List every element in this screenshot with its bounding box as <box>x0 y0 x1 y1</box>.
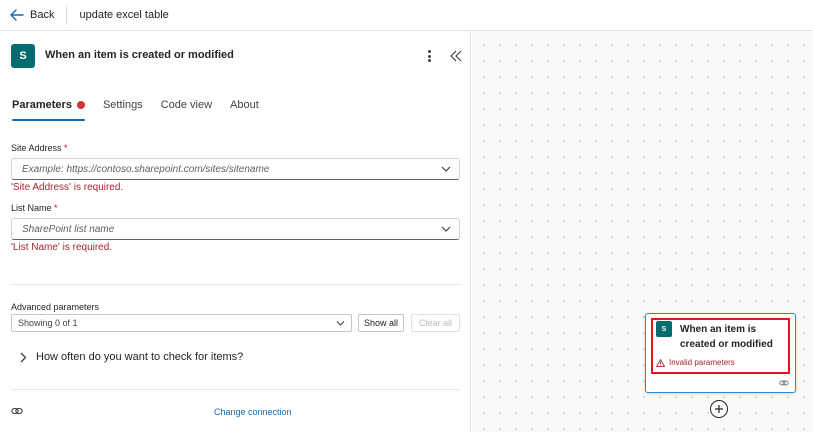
node-warning: Invalid parameters <box>656 358 735 367</box>
site-address-placeholder: Example: https://contoso.sharepoint.com/… <box>22 164 270 175</box>
trigger-node[interactable]: S When an item is created or modified In… <box>645 313 796 393</box>
site-address-label: Site Address * <box>11 143 68 153</box>
more-options-icon[interactable] <box>423 47 435 65</box>
chevron-down-icon <box>336 321 345 326</box>
advanced-parameters-label: Advanced parameters <box>11 302 100 312</box>
top-bar: Back update excel table <box>0 0 813 31</box>
panel-header: S When an item is created or modified <box>0 31 471 81</box>
sharepoint-icon: S <box>11 44 35 68</box>
site-address-label-text: Site Address <box>11 143 62 153</box>
chevron-down-icon <box>441 226 451 232</box>
divider <box>11 284 460 285</box>
node-warning-text: Invalid parameters <box>669 358 735 367</box>
required-mark: * <box>64 143 68 153</box>
polling-frequency-expander[interactable]: How often do you want to check for items… <box>19 349 243 365</box>
add-step-button[interactable] <box>710 400 728 418</box>
panel-title: When an item is created or modified <box>45 49 234 61</box>
plus-icon <box>715 405 723 413</box>
back-button[interactable]: Back <box>0 0 54 30</box>
polling-frequency-label: How often do you want to check for items… <box>36 351 244 363</box>
change-connection-link[interactable]: Change connection <box>214 407 292 417</box>
tab-list: Parameters Settings Code view About <box>12 99 277 123</box>
clear-all-button[interactable]: Clear all <box>411 314 460 332</box>
tab-parameters-label: Parameters <box>12 99 72 111</box>
tab-parameters[interactable]: Parameters <box>12 99 85 121</box>
list-name-label: List Name * <box>11 203 58 213</box>
list-name-dropdown[interactable]: SharePoint list name <box>11 218 460 240</box>
error-dot-icon <box>76 101 85 109</box>
advanced-parameters-select[interactable]: Showing 0 of 1 <box>11 314 352 332</box>
list-name-label-text: List Name <box>11 203 52 213</box>
site-address-dropdown[interactable]: Example: https://contoso.sharepoint.com/… <box>11 158 460 180</box>
node-title: When an item is created or modified <box>680 324 773 350</box>
tab-about-label: About <box>230 99 259 111</box>
list-name-placeholder: SharePoint list name <box>22 224 115 235</box>
list-name-error: 'List Name' is required. <box>11 242 113 253</box>
collapse-panel-icon[interactable] <box>449 48 463 64</box>
back-label: Back <box>30 9 55 21</box>
tab-about[interactable]: About <box>230 99 259 121</box>
tab-settings-label: Settings <box>102 99 143 111</box>
sharepoint-icon: S <box>656 321 672 337</box>
show-all-button[interactable]: Show all <box>358 314 404 332</box>
properties-panel: S When an item is created or modified Pa… <box>0 31 471 432</box>
chevron-down-icon <box>441 166 451 172</box>
divider <box>11 389 460 390</box>
connection-link-icon <box>779 380 789 386</box>
tab-code-view[interactable]: Code view <box>161 99 212 121</box>
warning-icon <box>656 358 665 367</box>
site-address-error: 'Site Address' is required. <box>11 182 124 193</box>
tab-settings[interactable]: Settings <box>103 99 143 121</box>
designer-canvas[interactable]: S When an item is created or modified In… <box>472 31 813 432</box>
tab-code-view-label: Code view <box>160 99 213 111</box>
chevron-right-icon <box>20 352 27 362</box>
required-mark: * <box>54 203 58 213</box>
sharepoint-logo-letter: S <box>661 325 667 333</box>
divider <box>66 5 68 25</box>
connection-link-icon <box>11 407 23 415</box>
advanced-parameters-value: Showing 0 of 1 <box>18 318 78 328</box>
arrow-left-icon <box>10 9 24 21</box>
flow-title: update excel table <box>79 9 169 21</box>
sharepoint-logo-letter: S <box>19 50 27 62</box>
